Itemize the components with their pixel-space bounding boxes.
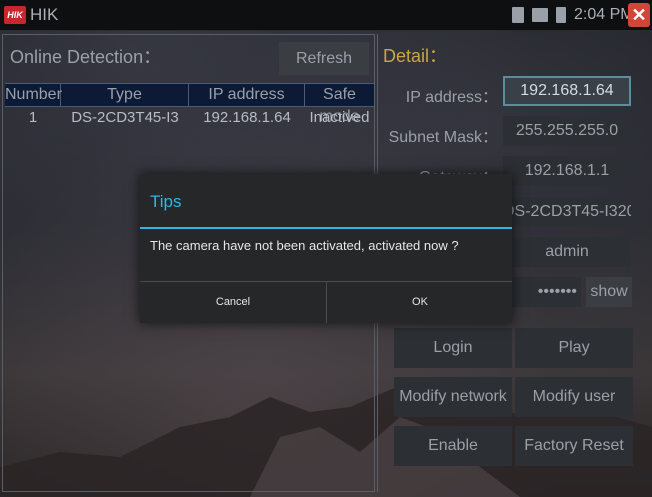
dialog-title-divider <box>140 227 512 229</box>
gateway-field[interactable]: 192.168.1.1 <box>503 156 631 186</box>
ok-button[interactable]: OK <box>327 282 513 323</box>
login-button[interactable]: Login <box>394 328 512 368</box>
play-button[interactable]: Play <box>515 328 633 368</box>
modify-user-button[interactable]: Modify user <box>515 377 633 417</box>
device-model-field[interactable]: DS-2CD3T45-I3201 <box>503 197 631 227</box>
dialog-title: Tips <box>150 192 182 211</box>
password-field[interactable]: ••••••• <box>503 277 581 307</box>
network-icon <box>532 8 548 22</box>
column-header-safe-mode[interactable]: Safe mode <box>305 84 374 125</box>
hik-logo: HIK <box>4 6 26 24</box>
cell-number: 1 <box>28 109 38 126</box>
app-name: HIK <box>30 5 59 24</box>
cancel-button[interactable]: Cancel <box>140 282 326 323</box>
show-password-button[interactable]: show <box>586 277 632 307</box>
cell-safe-mode: Inactived <box>309 109 370 126</box>
factory-reset-button[interactable]: Factory Reset <box>515 426 633 466</box>
close-icon[interactable]: ✕ <box>628 3 650 27</box>
clock-time: 2:04 PM <box>574 6 634 23</box>
activation-dialog: Tips The camera have not been activated,… <box>140 174 512 323</box>
dialog-message: The camera have not been activated, acti… <box>150 238 459 253</box>
username-field[interactable]: admin <box>503 237 631 267</box>
status-bar: HIK HIK 2:04 PM ✕ <box>0 0 652 31</box>
cell-type: DS-2CD3T45-I3 <box>71 109 179 126</box>
subnet-mask-field[interactable]: 255.255.255.0 <box>503 116 631 146</box>
enable-button[interactable]: Enable <box>394 426 512 466</box>
device-table-header: Number Type IP address Safe mode <box>5 83 374 125</box>
column-header-number[interactable]: Number <box>5 84 62 106</box>
modify-network-button[interactable]: Modify network <box>394 377 512 417</box>
online-detection-title: Online Detection： <box>10 47 162 67</box>
table-row[interactable]: 1 DS-2CD3T45-I3 192.168.1.64 Inactived <box>5 107 374 129</box>
detail-title: Detail： <box>383 46 448 66</box>
ip-address-label: IP address： <box>405 89 498 106</box>
sd-card-icon <box>512 7 524 23</box>
ip-address-field[interactable]: 192.168.1.64 <box>503 76 631 106</box>
column-header-type[interactable]: Type <box>61 84 189 106</box>
battery-icon <box>556 7 566 23</box>
column-header-ip[interactable]: IP address <box>189 84 305 106</box>
subnet-mask-label: Subnet Mask： <box>388 129 498 146</box>
cell-ip: 192.168.1.64 <box>203 109 291 126</box>
refresh-button[interactable]: Refresh <box>279 42 369 75</box>
